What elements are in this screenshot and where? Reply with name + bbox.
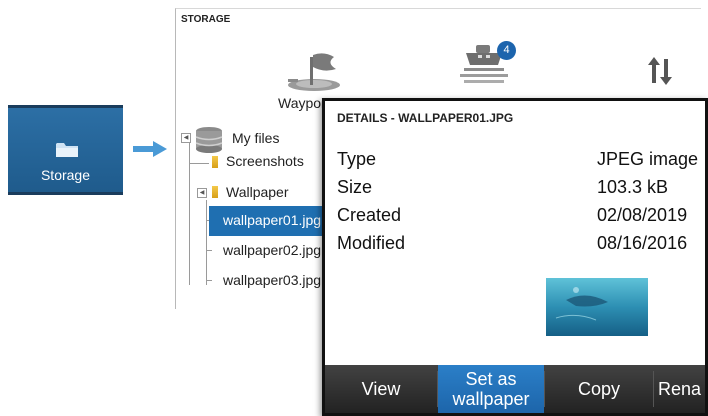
tab-waypoints[interactable]: Waypoi: [278, 95, 324, 111]
detail-value-modified: 08/16/2016: [597, 233, 688, 253]
expander-my-files[interactable]: ◀: [181, 133, 191, 143]
detail-label-size: Size: [337, 177, 373, 197]
storage-tile-label: Storage: [40, 167, 91, 183]
tree-line: [189, 135, 190, 285]
detail-label-created: Created: [337, 205, 402, 225]
tree-item-wallpaper01[interactable]: wallpaper01.jpg: [223, 212, 321, 228]
detail-label-modified: Modified: [337, 233, 406, 253]
tree-item-wallpaper02[interactable]: wallpaper02.jpg: [223, 242, 321, 258]
set-as-wallpaper-button[interactable]: Set as wallpaper: [438, 365, 544, 413]
rename-button[interactable]: Rena: [654, 365, 705, 413]
boat-badge: 4: [497, 41, 516, 60]
wallpaper-thumbnail: [546, 278, 648, 336]
details-dialog: DETAILS - WALLPAPER01.JPG Type JPEG imag…: [322, 98, 708, 416]
tree-item-my-files[interactable]: My files: [232, 130, 279, 146]
detail-value-type: JPEG image: [597, 149, 699, 169]
folder-icon: [212, 156, 218, 168]
details-title: DETAILS - WALLPAPER01.JPG: [337, 111, 514, 125]
detail-label-type: Type: [337, 149, 377, 169]
storage-tile[interactable]: Storage: [8, 105, 123, 195]
folder-icon: [56, 143, 78, 157]
tree-line: [206, 250, 212, 251]
expander-wallpaper[interactable]: ◀: [197, 188, 207, 198]
arrow-right-icon: [133, 141, 167, 157]
drive-stack-icon: [195, 127, 223, 153]
tree-item-wallpaper[interactable]: Wallpaper: [226, 184, 289, 200]
folder-icon: [212, 186, 218, 198]
tree-line: [206, 280, 212, 281]
copy-button[interactable]: Copy: [545, 365, 653, 413]
tree-item-screenshots[interactable]: Screenshots: [226, 153, 304, 169]
tree-item-wallpaper03[interactable]: wallpaper03.jpg: [223, 272, 321, 288]
detail-value-created: 02/08/2019: [597, 205, 688, 225]
panel-title: STORAGE: [181, 14, 231, 25]
detail-value-size: 103.3 kB: [597, 177, 669, 197]
view-button[interactable]: View: [325, 365, 437, 413]
action-bar: View Set as wallpaper Copy Rena: [325, 365, 705, 413]
waypoint-flag-icon[interactable]: [284, 49, 344, 93]
tree-line: [189, 163, 209, 164]
transfer-arrows-icon[interactable]: [648, 57, 672, 85]
tree-line: [206, 200, 207, 285]
